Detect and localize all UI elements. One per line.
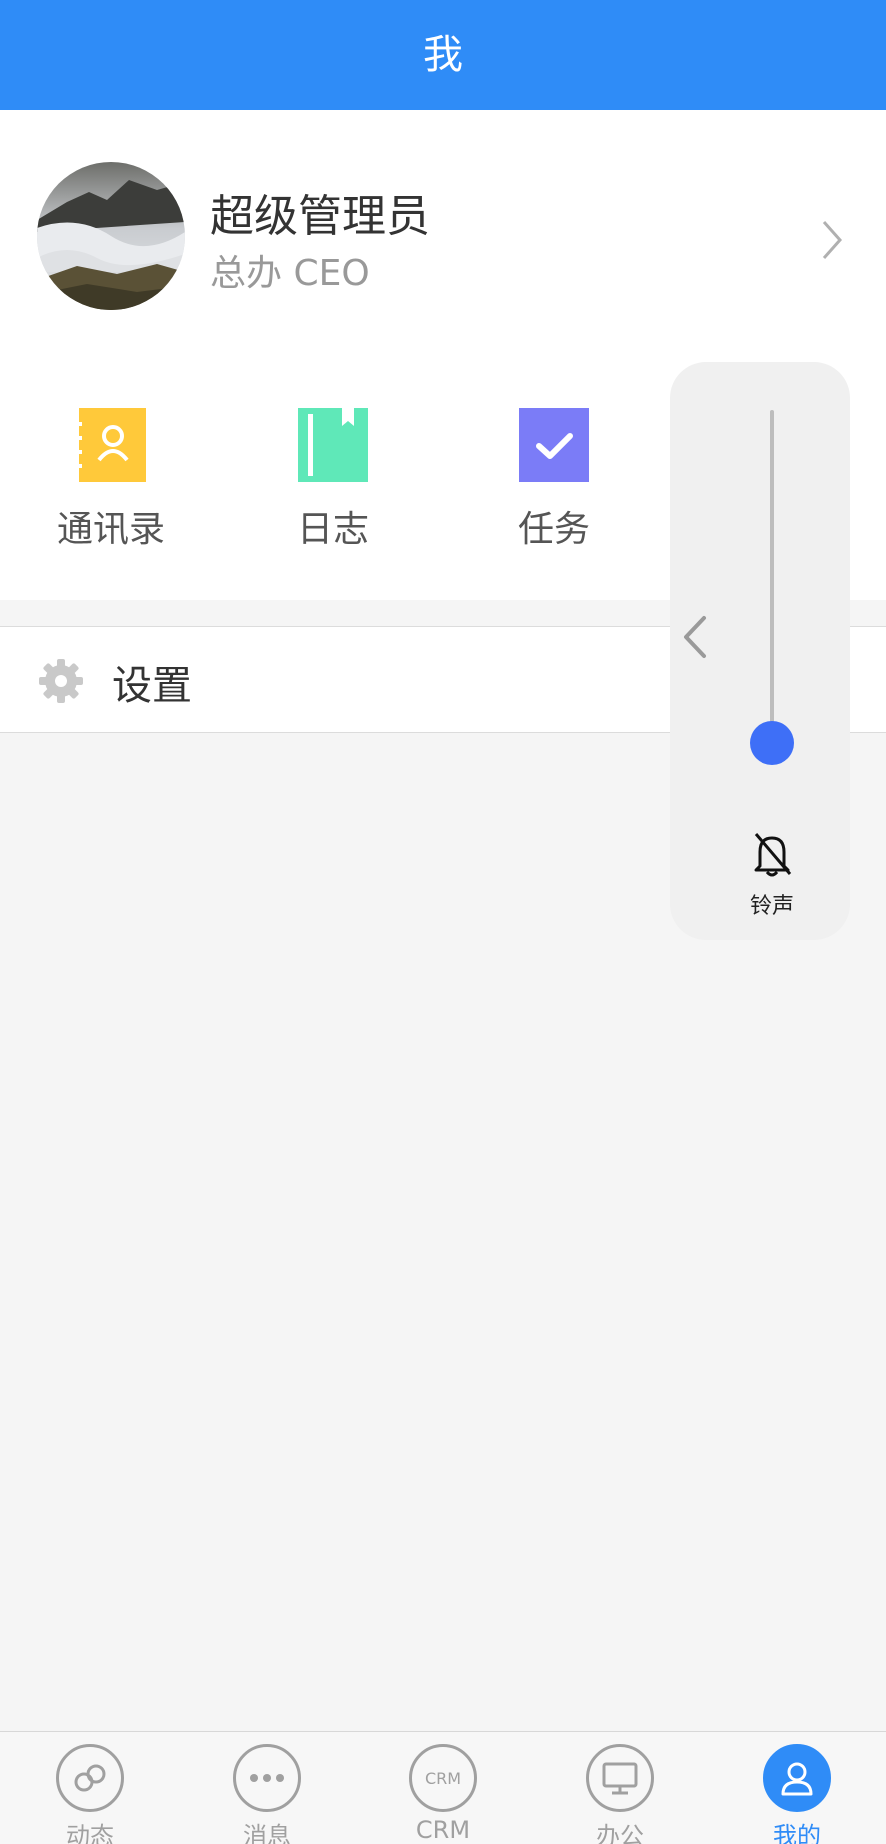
tab-label: 我的 [773,1822,821,1844]
message-icon [233,1744,301,1812]
tab-mine[interactable]: 我的 [737,1744,857,1844]
quick-contacts[interactable]: 通讯录 [31,408,191,552]
bell-muted-icon[interactable] [750,830,794,878]
feed-icon [56,1744,124,1812]
quick-label: 任务 [517,509,590,550]
volume-slider-knob[interactable] [750,721,794,765]
tab-office[interactable]: 办公 [560,1744,680,1844]
tab-messages[interactable]: 消息 [207,1744,327,1844]
quick-task[interactable]: 任务 [474,408,634,552]
quick-label: 通讯录 [56,509,165,550]
tab-label: 办公 [596,1822,644,1844]
volume-label: 铃声 [749,894,794,919]
page-title: 我 [423,32,463,78]
tab-label: CRM [415,1816,471,1844]
user-icon [763,1744,831,1812]
gear-icon [39,659,83,703]
top-bar: 我 [0,0,886,110]
office-icon [586,1744,654,1812]
volume-slider-track[interactable] [770,410,774,760]
crm-icon-text: CRM [424,1768,462,1788]
quick-label: 日志 [296,509,369,550]
task-icon [519,408,589,482]
tab-crm[interactable]: CRM CRM [383,1744,503,1844]
user-name: 超级管理员 [210,191,430,242]
quick-journal[interactable]: 日志 [253,408,413,552]
settings-label: 设置 [112,663,192,709]
volume-panel: 铃声 [670,362,850,940]
user-title: 总办 CEO [210,253,370,294]
contacts-icon [76,408,146,482]
journal-icon [298,408,368,482]
tab-feed[interactable]: 动态 [30,1744,150,1844]
chevron-left-icon[interactable] [682,614,708,660]
tab-bar: 动态 消息 CRM CRM 办公 我的 [0,1731,886,1844]
chevron-right-icon[interactable] [820,218,844,262]
tab-label: 消息 [243,1822,291,1844]
crm-icon: CRM [409,1744,477,1812]
avatar[interactable] [37,162,185,310]
tab-label: 动态 [66,1822,114,1844]
